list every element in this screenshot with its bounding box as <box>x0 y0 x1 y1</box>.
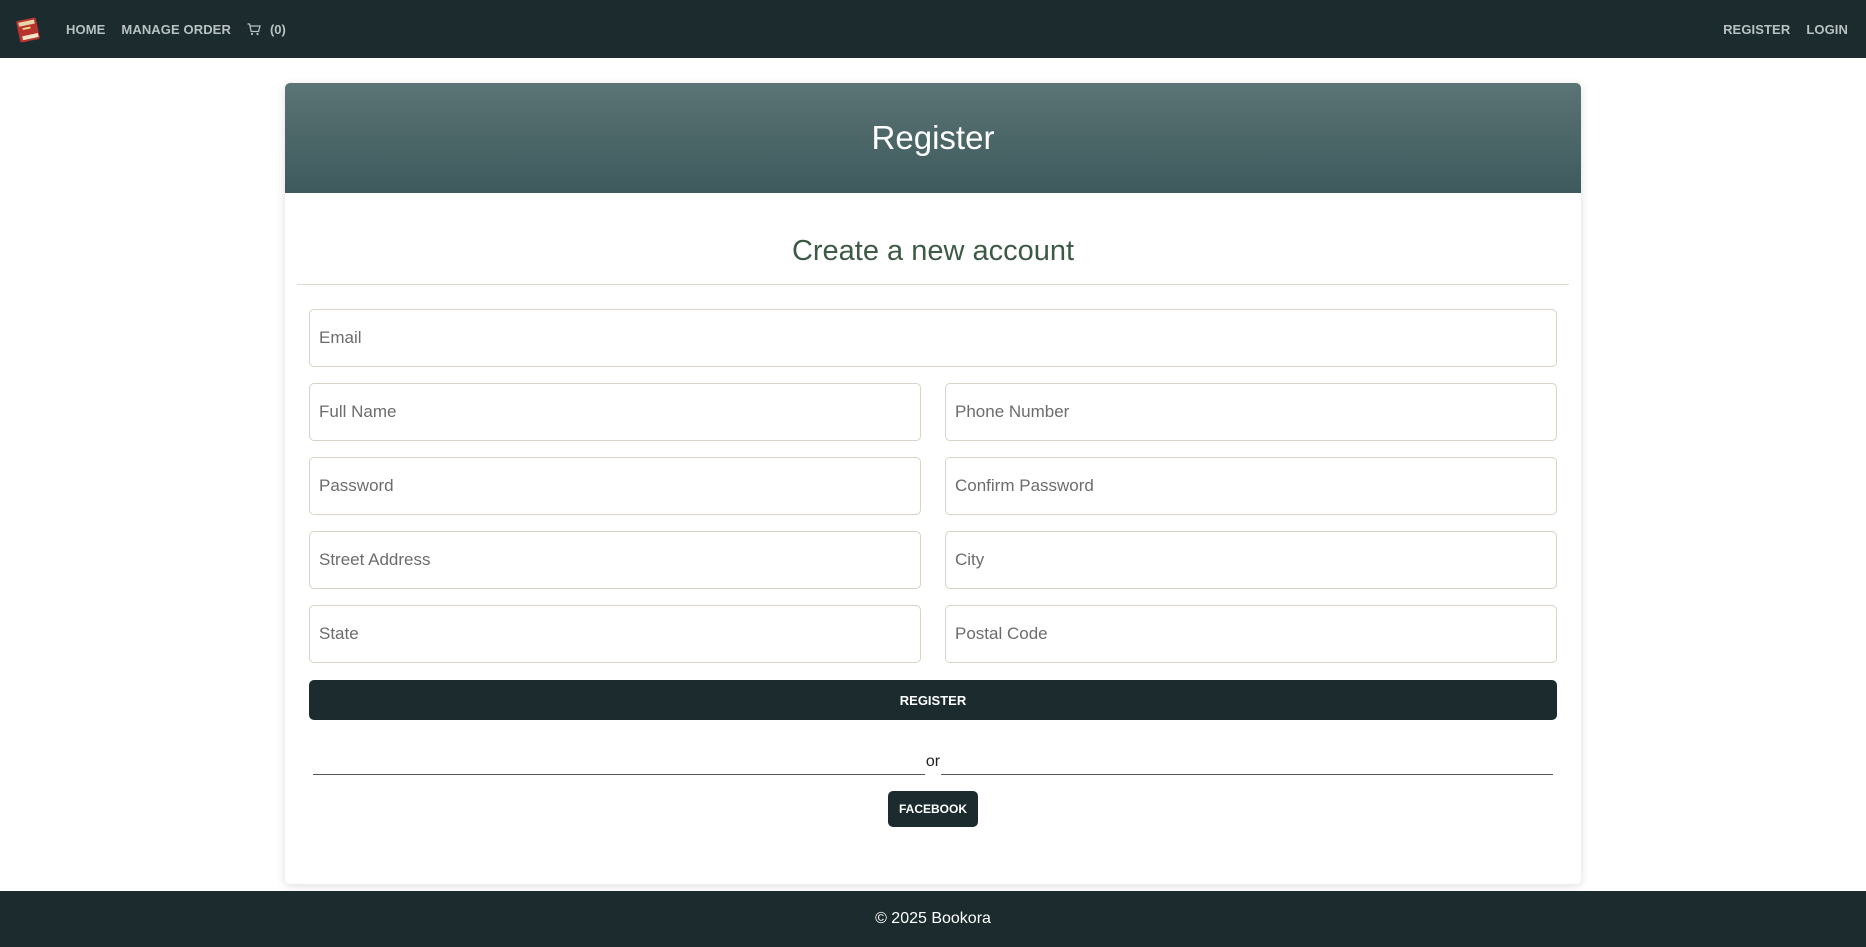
subtitle-divider <box>297 284 1569 285</box>
or-divider-left <box>313 774 925 775</box>
top-navbar: HOME MANAGE ORDER (0) REGISTER LOGIN <box>0 0 1866 58</box>
nav-cart-link[interactable]: (0) <box>247 22 286 37</box>
register-submit-button[interactable]: REGISTER <box>309 680 1557 720</box>
nav-login-link[interactable]: LOGIN <box>1806 22 1848 37</box>
book-logo-icon[interactable] <box>12 13 44 45</box>
footer-copyright: © 2025 Bookora <box>875 910 991 927</box>
state-placeholder: State <box>319 624 359 643</box>
nav-register-link[interactable]: REGISTER <box>1723 22 1790 37</box>
password-placeholder: Password <box>319 476 394 495</box>
city-placeholder: City <box>955 550 985 569</box>
cart-count: (0) <box>269 21 286 37</box>
email-placeholder: Email <box>319 328 362 347</box>
nav-left-group: HOME MANAGE ORDER (0) <box>66 0 286 58</box>
cart-icon <box>247 22 261 35</box>
state-field[interactable]: State <box>309 605 921 663</box>
form-subtitle: Create a new account <box>791 235 1075 267</box>
facebook-login-button[interactable]: FACEBOOK <box>888 791 978 827</box>
or-divider-right <box>941 774 1553 775</box>
full-name-placeholder: Full Name <box>319 402 397 421</box>
password-field[interactable]: Password <box>309 457 921 515</box>
full-name-field[interactable]: Full Name <box>309 383 921 441</box>
street-address-placeholder: Street Address <box>319 550 431 569</box>
city-field[interactable]: City <box>945 531 1557 589</box>
nav-home-link[interactable]: HOME <box>66 22 105 37</box>
confirm-password-placeholder: Confirm Password <box>955 476 1094 495</box>
page-title: Register <box>871 119 995 156</box>
street-address-field[interactable]: Street Address <box>309 531 921 589</box>
page-footer: © 2025 Bookora <box>0 891 1866 947</box>
register-card: Register Create a new account Email Full… <box>285 83 1581 884</box>
nav-right-group: REGISTER LOGIN <box>1707 0 1848 58</box>
phone-number-field[interactable]: Phone Number <box>945 383 1557 441</box>
confirm-password-field[interactable]: Confirm Password <box>945 457 1557 515</box>
card-header: Register <box>285 83 1581 193</box>
phone-number-placeholder: Phone Number <box>955 402 1070 421</box>
postal-code-field[interactable]: Postal Code <box>945 605 1557 663</box>
or-label: or <box>925 753 941 770</box>
postal-code-placeholder: Postal Code <box>955 624 1048 643</box>
email-field[interactable]: Email <box>309 309 1557 367</box>
nav-manage-order-link[interactable]: MANAGE ORDER <box>121 22 231 37</box>
